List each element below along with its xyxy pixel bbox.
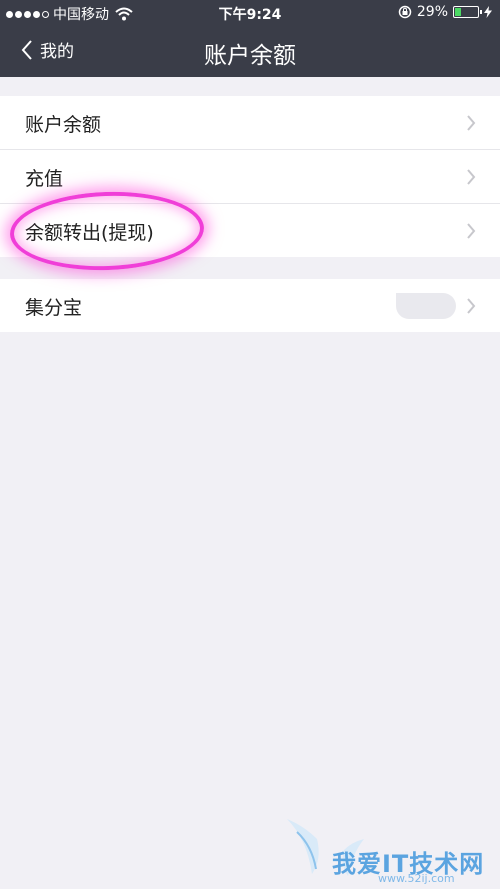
navigation-bar: 我的 账户余额: [0, 24, 500, 77]
menu-item-label: 充值: [25, 168, 64, 190]
status-bar: 中国移动 下午9:24 29%: [0, 0, 500, 24]
menu-item-label: 集分宝: [25, 297, 83, 319]
chevron-right-icon: [467, 223, 476, 239]
menu-item-recharge[interactable]: 充值: [0, 150, 500, 204]
lock-rotation-icon: [398, 5, 412, 19]
battery-fill: [455, 8, 461, 16]
menu-group-balance: 账户余额 充值 余额转出(提现): [0, 96, 500, 257]
battery-percent: 29%: [416, 4, 448, 20]
menu-item-account-balance[interactable]: 账户余额: [0, 96, 500, 150]
menu-item-withdraw[interactable]: 余额转出(提现): [0, 204, 500, 257]
menu-item-label: 账户余额: [25, 114, 102, 136]
chevron-right-icon: [467, 115, 476, 131]
menu-item-label: 余额转出(提现): [25, 222, 154, 244]
battery-icon: [453, 6, 482, 18]
menu-group-points: 集分宝: [0, 279, 500, 332]
status-right: 29%: [398, 4, 492, 20]
chevron-right-icon: [467, 298, 476, 314]
jifenbao-badge-shape: [396, 293, 456, 319]
watermark-url: www.52ij.com: [378, 872, 455, 885]
menu-item-jifenbao[interactable]: 集分宝: [0, 279, 500, 332]
charging-icon: [484, 6, 492, 18]
chevron-right-icon: [467, 169, 476, 185]
page-title: 账户余额: [204, 43, 296, 69]
watermark: 我爱IT技术网 www.52ij.com: [282, 814, 500, 889]
